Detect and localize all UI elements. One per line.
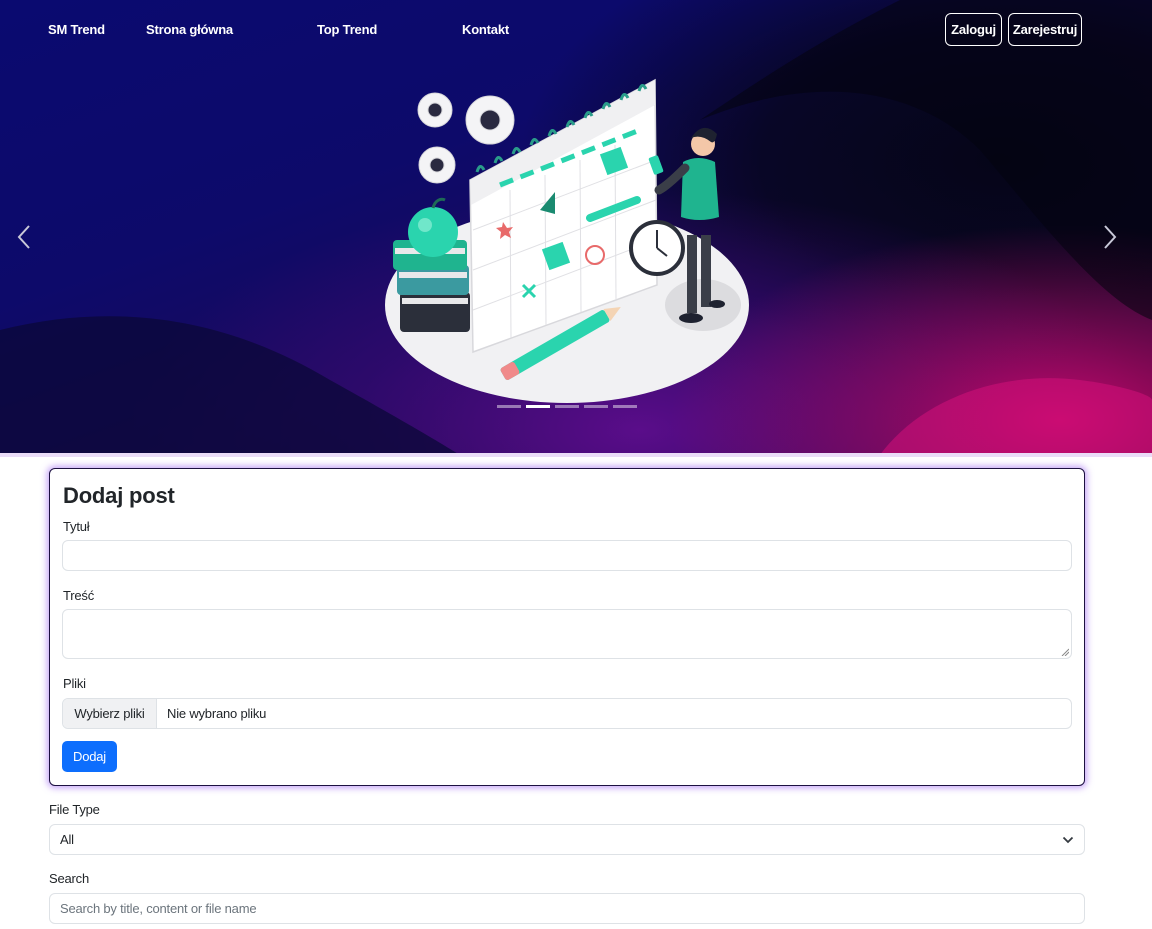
register-button[interactable]: Zarejestruj [1008, 13, 1082, 46]
files-label: Pliki [63, 676, 86, 691]
title-input[interactable] [62, 540, 1072, 571]
navbar-brand[interactable]: SM Trend [48, 22, 105, 37]
file-input[interactable]: Wybierz pliki Nie wybrano pliku [62, 698, 1072, 729]
hero-bottom-divider [0, 453, 1152, 457]
carousel-indicators [497, 405, 637, 408]
hero-illustration [385, 78, 749, 403]
add-post-card: Dodaj post Tytuł Treść Pliki Wybierz pli… [49, 468, 1085, 786]
nav-link-home[interactable]: Strona główna [146, 22, 233, 37]
carousel-indicator[interactable] [555, 405, 579, 408]
carousel-indicator[interactable] [613, 405, 637, 408]
carousel-indicator-active[interactable] [526, 405, 550, 408]
hero-carousel: SM Trend Strona główna Top Trend Kontakt… [0, 0, 1152, 455]
add-post-heading: Dodaj post [63, 483, 175, 508]
file-status-text: Nie wybrano pliku [167, 706, 267, 721]
file-type-label: File Type [49, 802, 100, 817]
nav-link-contact[interactable]: Kontakt [462, 22, 509, 37]
nav-link-top-trend[interactable]: Top Trend [317, 22, 377, 37]
choose-files-button[interactable]: Wybierz pliki [63, 699, 157, 728]
top-navbar: SM Trend Strona główna Top Trend Kontakt… [0, 0, 1152, 60]
search-label: Search [49, 871, 89, 886]
chevron-down-icon [1062, 836, 1074, 844]
resize-grip-icon[interactable] [1061, 648, 1069, 656]
file-type-select[interactable]: All [49, 824, 1085, 855]
add-post-submit-button[interactable]: Dodaj [62, 741, 117, 772]
search-input[interactable] [49, 893, 1085, 924]
chevron-right-icon[interactable] [1098, 222, 1122, 252]
content-label: Treść [63, 588, 95, 603]
content-textarea[interactable] [62, 609, 1072, 659]
chevron-left-icon[interactable] [12, 222, 36, 252]
carousel-indicator[interactable] [584, 405, 608, 408]
carousel-indicator[interactable] [497, 405, 521, 408]
file-type-selected-value: All [60, 832, 74, 847]
title-label: Tytuł [63, 519, 90, 534]
login-button[interactable]: Zaloguj [945, 13, 1002, 46]
